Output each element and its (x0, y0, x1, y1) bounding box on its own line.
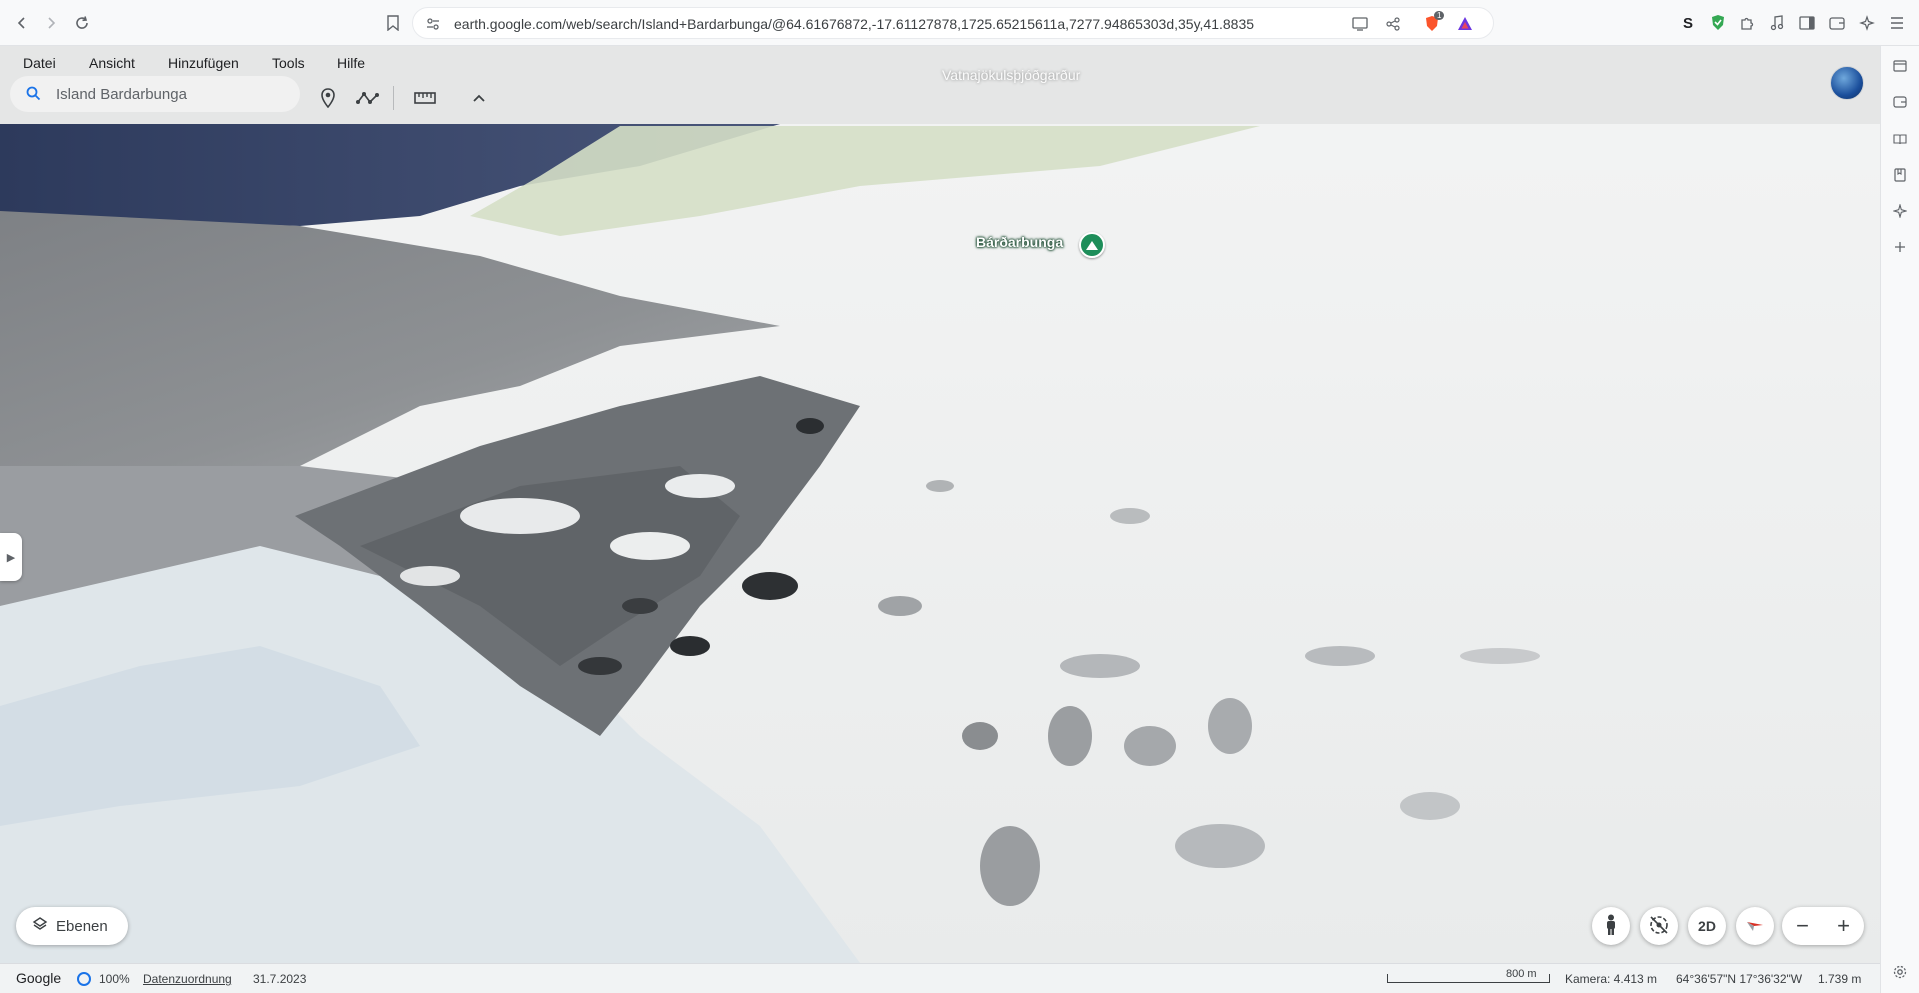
extensions-puzzle-icon[interactable] (1736, 12, 1758, 34)
place-label[interactable]: Bárðarbunga (976, 234, 1063, 250)
tab-icon[interactable] (1890, 56, 1910, 76)
volcano-pin-icon[interactable] (1079, 232, 1105, 258)
media-icon[interactable] (1766, 12, 1788, 34)
reading-list-icon[interactable] (1890, 129, 1910, 149)
imagery-date: 31.7.2023 (253, 972, 307, 986)
path-icon[interactable] (356, 86, 380, 110)
leo-sidebar-icon[interactable] (1890, 201, 1910, 221)
status-bar: Google 100% Datenzuordnung 31.7.2023 800… (0, 963, 1880, 993)
menu-ansicht[interactable]: Ansicht (89, 51, 135, 75)
expand-arrow-icon: ▶ (6, 551, 16, 564)
terrain-elevation: 1.739 m (1818, 972, 1862, 986)
loading-ring-icon (77, 972, 91, 986)
brave-rewards-icon[interactable] (1455, 14, 1475, 34)
pegman-icon (1604, 914, 1618, 939)
sidebar-icon[interactable] (1796, 12, 1818, 34)
earth-toolbar: Datei Ansicht Hinzufügen Tools Hilfe Isl… (0, 46, 1880, 124)
scale-label: 800 m (1506, 968, 1537, 980)
address-bar[interactable]: earth.google.com/web/search/Island+Barda… (412, 7, 1494, 39)
collapse-chevron-icon[interactable] (467, 86, 491, 110)
cast-icon[interactable] (1350, 14, 1370, 34)
bookmark-icon[interactable] (382, 12, 404, 34)
compass-button[interactable] (1736, 907, 1774, 945)
add-icon[interactable] (1890, 237, 1910, 257)
layers-label: Ebenen (56, 917, 108, 935)
attribution-link[interactable]: Datenzuordnung (143, 972, 232, 986)
leo-ai-icon[interactable] (1856, 12, 1878, 34)
menu-hilfe[interactable]: Hilfe (337, 51, 365, 75)
terrain-imagery[interactable] (0, 46, 1880, 963)
google-logo: Google (16, 970, 62, 986)
menu-hinzufuegen[interactable]: Hinzufügen (168, 51, 239, 75)
url-text[interactable]: earth.google.com/web/search/Island+Barda… (454, 16, 1254, 32)
browser-toolbar: earth.google.com/web/search/Island+Barda… (0, 0, 1919, 46)
zoom-controls: − + (1782, 907, 1864, 945)
brave-badge: 1 (1434, 11, 1445, 20)
tilt-off-icon (1648, 914, 1670, 939)
cursor-coordinates: 64°36'57"N 17°36'32"W (1676, 972, 1803, 986)
pegman-button[interactable] (1592, 907, 1630, 945)
search-box[interactable]: Island Bardarbunga (10, 76, 300, 112)
extension-s-icon[interactable]: S (1677, 12, 1699, 34)
back-arrow-icon[interactable] (11, 12, 33, 34)
account-avatar[interactable] (1830, 66, 1864, 100)
wallet-icon[interactable] (1826, 12, 1848, 34)
zoom-in-button[interactable]: + (1823, 907, 1864, 945)
gear-icon[interactable] (1889, 961, 1911, 983)
menu-datei[interactable]: Datei (23, 51, 56, 75)
layers-icon (32, 916, 48, 937)
site-settings-icon[interactable] (423, 14, 443, 34)
search-input[interactable]: Island Bardarbunga (56, 86, 187, 103)
area-label: Vatnajökulsþjóðgarður (942, 67, 1081, 83)
side-panel-toggle[interactable]: ▶ (0, 533, 22, 581)
ruler-icon[interactable] (413, 86, 437, 110)
camera-altitude: Kamera: 4.413 m (1565, 972, 1658, 986)
load-percent: 100% (99, 972, 130, 986)
forward-arrow-icon[interactable] (40, 12, 62, 34)
map-view[interactable] (0, 46, 1880, 963)
search-icon (26, 86, 41, 106)
brave-shields-icon[interactable]: 1 (1422, 11, 1445, 34)
zoom-out-button[interactable]: − (1782, 907, 1823, 945)
tilt-toggle-button[interactable] (1640, 907, 1678, 945)
compass-icon (1744, 914, 1766, 939)
layers-button[interactable]: Ebenen (16, 907, 128, 945)
toolbar-divider (393, 86, 394, 110)
menu-icon[interactable] (1886, 12, 1908, 34)
wallet-sidebar-icon[interactable] (1890, 92, 1910, 112)
bookmarks-icon[interactable] (1890, 165, 1910, 185)
extension-shield-icon[interactable] (1707, 12, 1729, 34)
placemark-icon[interactable] (316, 86, 340, 110)
reload-icon[interactable] (71, 12, 93, 34)
menu-tools[interactable]: Tools (272, 51, 305, 75)
share-icon[interactable] (1383, 14, 1403, 34)
browser-sidebar (1880, 46, 1919, 993)
view-2d-button[interactable]: 2D (1688, 907, 1726, 945)
